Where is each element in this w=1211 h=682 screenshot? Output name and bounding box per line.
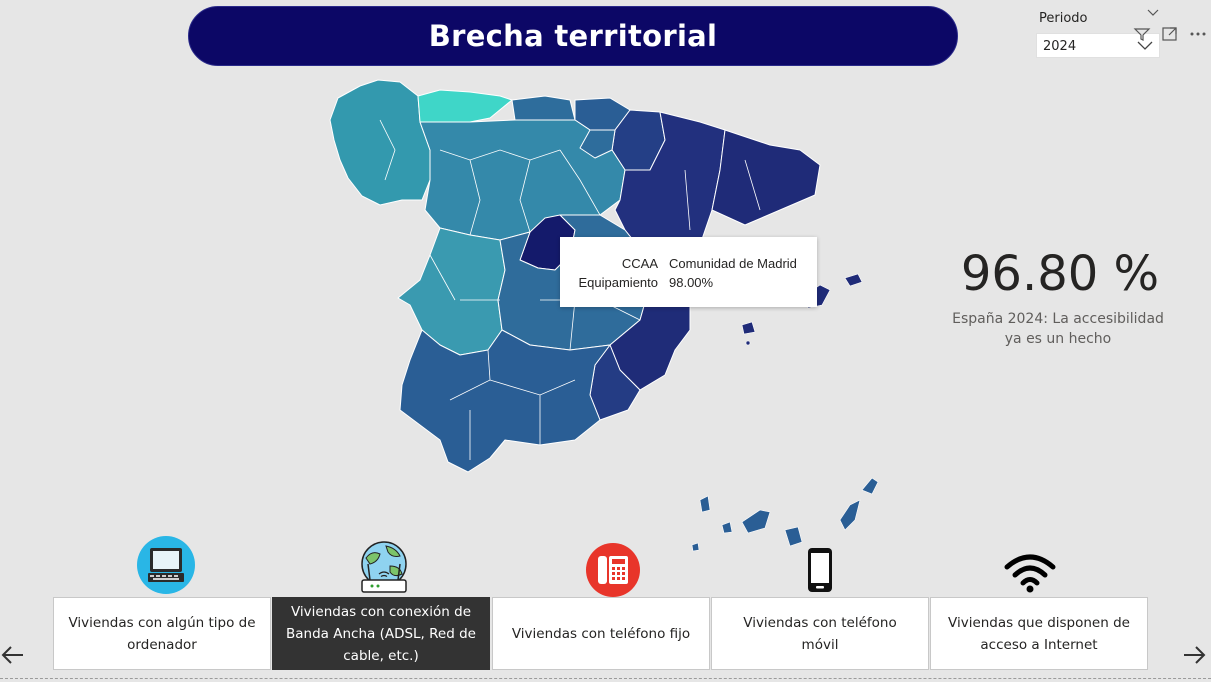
button-telefono-fijo-label: Viviendas con teléfono fijo [511, 625, 691, 642]
region-canarias[interactable] [699, 495, 711, 513]
button-telefono-fijo[interactable]: Viviendas con teléfono fijo [492, 597, 710, 670]
tooltip-key-ccaa: CCAA [621, 256, 658, 271]
landline-phone-icon [586, 543, 640, 597]
button-telefono-movil[interactable]: Viviendas con teléfono móvil [711, 597, 929, 670]
tooltip-value-ccaa: Comunidad de Madrid [669, 256, 797, 271]
region-extremadura[interactable] [397, 227, 506, 356]
kpi-value: 96.80 % [960, 246, 1160, 302]
kpi-caption: España 2024: La accesibilidad ya es un h… [952, 311, 1164, 347]
button-ordenador[interactable]: Viviendas con algún tipo de ordenador [53, 597, 271, 670]
button-banda-ancha-label: Viviendas con conexión de Banda Ancha (A… [286, 603, 476, 664]
region-cataluna[interactable] [711, 129, 821, 226]
button-acceso-internet[interactable]: Viviendas que disponen de acceso a Inter… [930, 597, 1148, 670]
arrow-right-icon[interactable] [1181, 643, 1207, 667]
tooltip-value-equipamiento: 98.00% [669, 275, 714, 290]
button-ordenador-label: Viviendas con algún tipo de ordenador [68, 614, 256, 653]
button-banda-ancha[interactable]: Viviendas con conexión de Banda Ancha (A… [272, 597, 490, 670]
tooltip-key-equipamiento: Equipamiento [578, 275, 659, 290]
region-andalucia[interactable] [399, 329, 611, 473]
region-asturias[interactable] [417, 89, 513, 123]
computer-icon [137, 536, 195, 594]
router-globe-icon [361, 541, 407, 593]
map-tooltip: CCAA Comunidad de Madrid Equipamiento 98… [560, 237, 817, 307]
arrow-left-icon[interactable] [0, 643, 26, 667]
region-galicia[interactable] [329, 79, 431, 206]
button-acceso-internet-label: Viviendas que disponen de acceso a Inter… [948, 614, 1130, 653]
mobile-phone-icon [808, 548, 832, 592]
button-telefono-movil-label: Viviendas con teléfono móvil [743, 614, 897, 653]
divider [0, 678, 1211, 679]
wifi-icon [1004, 554, 1056, 593]
